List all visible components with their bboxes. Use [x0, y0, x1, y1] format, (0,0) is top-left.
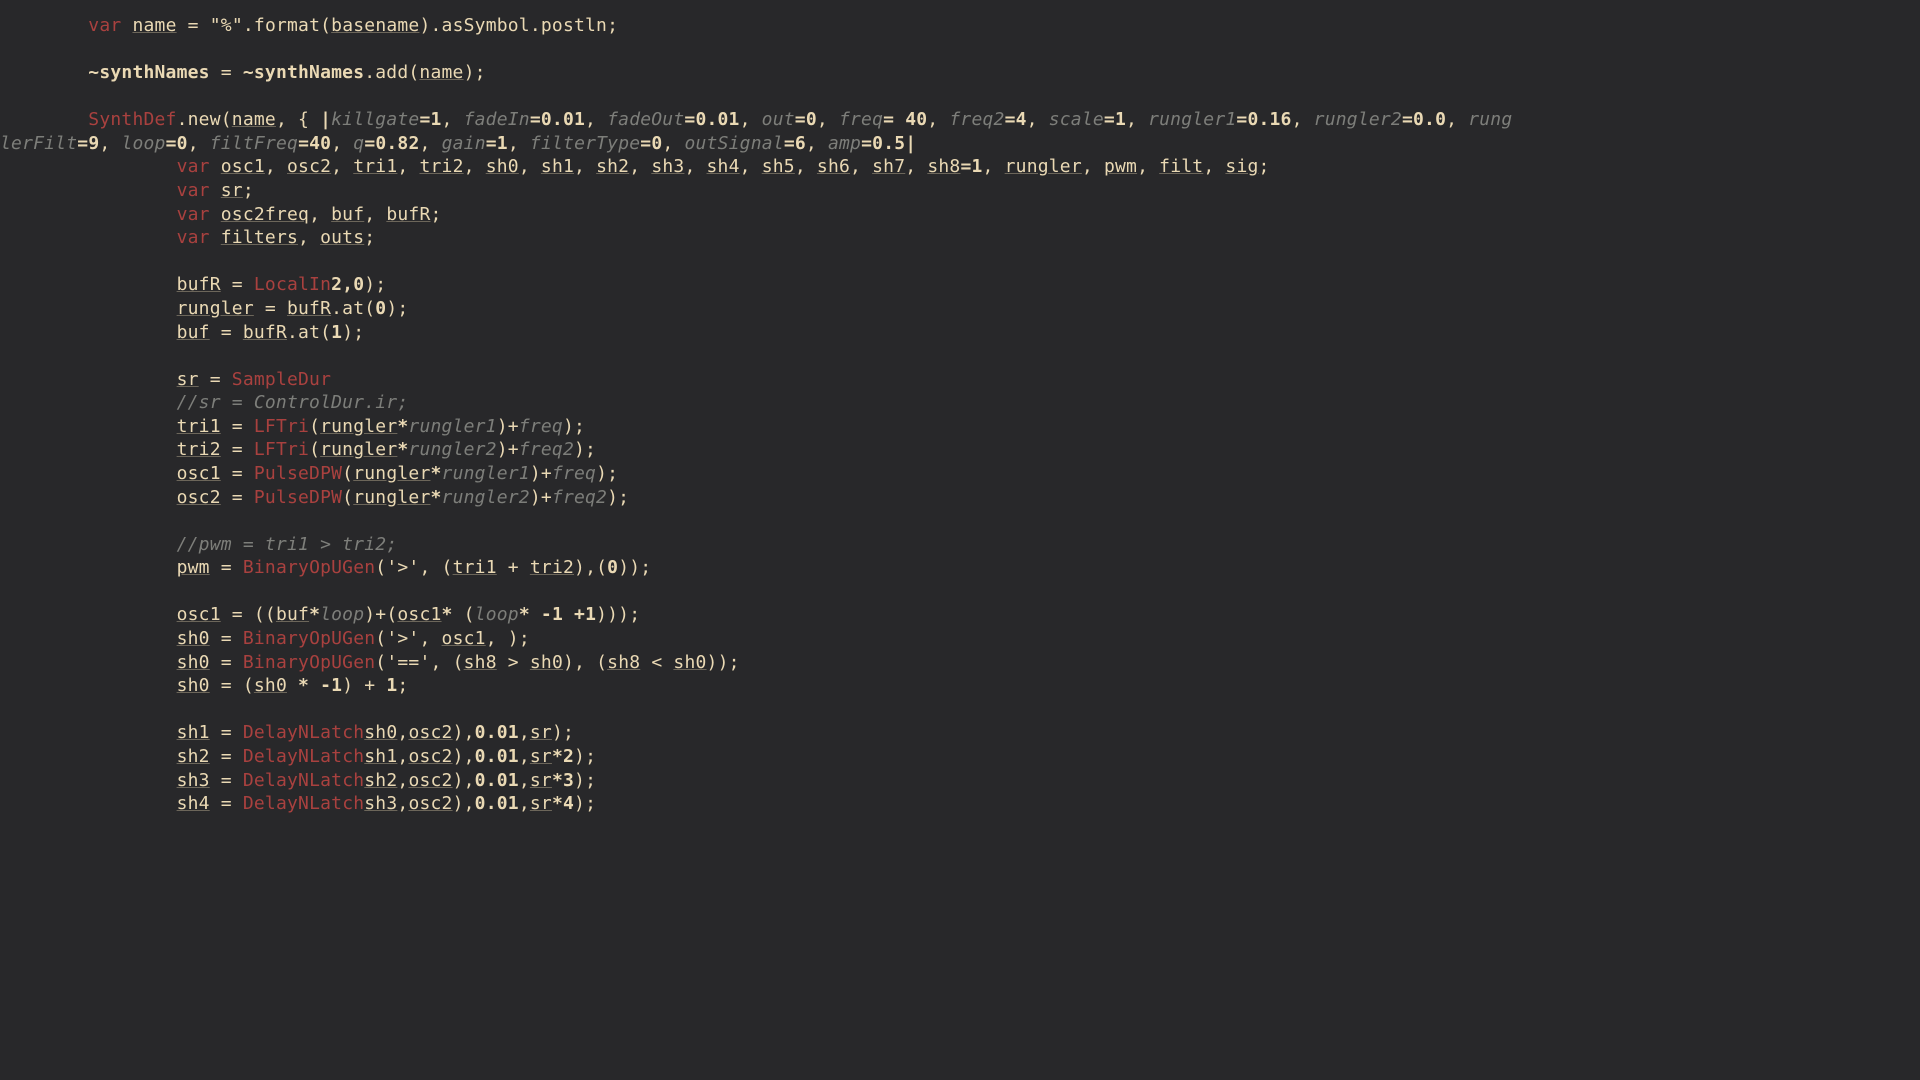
comment: //pwm = tri1 > tri2;: [177, 534, 398, 555]
str-fmt: "%": [210, 15, 243, 36]
SynthDef: SynthDef: [88, 109, 176, 130]
code-block: var name = "%".format(basename).asSymbol…: [0, 0, 1920, 816]
comment: //sr = ControlDur.ir;: [177, 392, 409, 413]
id-name: name: [132, 15, 176, 36]
kw-var: var: [88, 15, 121, 36]
synthNames: ~synthNames: [88, 62, 209, 83]
